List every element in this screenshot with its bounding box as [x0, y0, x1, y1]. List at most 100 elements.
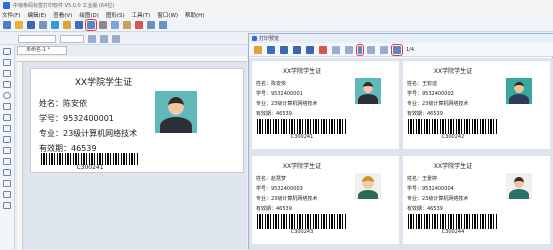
undo-icon[interactable] — [147, 21, 155, 29]
underline-icon[interactable] — [112, 34, 120, 43]
database-icon[interactable] — [39, 21, 47, 29]
barcode — [257, 119, 347, 134]
new-icon[interactable] — [3, 21, 11, 29]
ellipse-tool-icon[interactable] — [3, 92, 11, 99]
face-shape — [363, 82, 373, 93]
validity-text: 有效期：46539 — [407, 206, 443, 212]
print-icon[interactable] — [75, 21, 83, 29]
first-page-icon[interactable] — [332, 45, 340, 54]
save-icon[interactable] — [27, 21, 35, 29]
cut-icon[interactable] — [99, 21, 107, 29]
page-selector-icon[interactable] — [356, 43, 364, 56]
arc-tool-icon[interactable] — [3, 158, 11, 165]
bold-icon[interactable] — [88, 34, 96, 43]
student-photo — [355, 78, 381, 104]
barcode — [408, 119, 498, 134]
print-preview-icon[interactable] — [85, 19, 97, 31]
validity-text: 有效期：46539 — [256, 206, 292, 212]
open-icon[interactable] — [254, 45, 262, 54]
major-text: 专业：23级计算机网络技术 — [407, 101, 469, 107]
next-page-icon[interactable] — [380, 45, 388, 54]
main-toolbar — [0, 19, 553, 32]
menu-file[interactable]: 文件(F) — [2, 11, 20, 19]
prev-page-icon[interactable] — [345, 45, 353, 54]
redo-icon[interactable] — [159, 21, 167, 29]
table-tool-icon[interactable] — [3, 136, 11, 143]
preview-title-bar: 打印预览 — [249, 34, 553, 43]
major-text: 专业：23级计算机网络技术 — [256, 196, 318, 202]
star-tool-icon[interactable] — [3, 169, 11, 176]
barcode-text: C300243 — [290, 229, 314, 235]
menu-draw[interactable]: 绘图(D) — [79, 11, 99, 19]
document-setup-icon[interactable] — [63, 21, 71, 29]
barcode — [257, 214, 347, 229]
validity-text: 有效期：46539 — [407, 111, 443, 117]
student-id-text: 学号：9532400004 — [407, 186, 454, 192]
line-tool-icon[interactable] — [3, 70, 11, 77]
zoom-fit-icon[interactable] — [306, 45, 314, 54]
menu-help[interactable]: 帮助(H) — [185, 11, 204, 19]
label-design-card[interactable]: XX学院学生证 姓名：陈安依 学号：9532400001 专业：23级计算机网络… — [30, 68, 244, 173]
student-id-text: 学号：9532400001 — [39, 114, 114, 123]
validity-text: 有效期：46539 — [256, 111, 292, 117]
delete-icon[interactable] — [135, 21, 143, 29]
menu-tools[interactable]: 工具(T) — [132, 11, 151, 19]
text-tool-icon[interactable] — [3, 59, 11, 66]
zoom-tool-icon[interactable] — [3, 202, 11, 209]
shoulders-shape — [160, 117, 192, 133]
menu-window[interactable]: 窗口(W) — [157, 11, 178, 19]
name-text: 姓名：陈安依 — [256, 81, 287, 87]
preview-toolbar: 1/4 — [249, 43, 553, 57]
shoulders-shape — [509, 94, 529, 104]
name-text: 姓名：陈安依 — [39, 99, 87, 108]
name-text: 姓名：王钦迪 — [407, 81, 438, 87]
barcode-text: C300242 — [441, 134, 465, 140]
arrow-tool-icon[interactable] — [3, 191, 11, 198]
card-title: XX学院学生证 — [433, 68, 473, 75]
italic-icon[interactable] — [100, 34, 108, 43]
page-layout-icon[interactable] — [367, 45, 375, 54]
face-shape — [168, 97, 184, 115]
menu-bar: 文件(F) 编辑(E) 查看(V) 绘图(D) 图形(S) 工具(T) 窗口(W… — [0, 10, 553, 19]
multi-page-icon[interactable] — [391, 43, 403, 56]
barcode-text: C300241 — [76, 164, 104, 171]
pointer-tool-icon[interactable] — [3, 48, 11, 55]
preview-page-area: XX学院学生证 姓名：陈安依 学号：9532400001 专业：23级计算机网络… — [249, 58, 553, 250]
font-select[interactable] — [18, 34, 56, 43]
menu-view[interactable]: 查看(V) — [53, 11, 72, 19]
preview-card-3: XX学院学生证 姓名：赵慧梦 学号：9532400003 专业：23级计算机网络… — [252, 156, 399, 244]
qrcode-tool-icon[interactable] — [3, 114, 11, 121]
card-title: XX学院学生证 — [433, 163, 473, 170]
zoom-in-icon[interactable] — [280, 45, 288, 54]
title-bar: 中琅条码标签打印软件 V5.0.0 工业版 (64位) — [0, 0, 553, 10]
rectangle-tool-icon[interactable] — [3, 81, 11, 88]
name-text: 姓名：赵慧梦 — [256, 176, 287, 182]
student-id-text: 学号：9532400003 — [256, 186, 303, 192]
name-text: 姓名：王景婷 — [407, 176, 438, 182]
page-indicator: 1/4 — [406, 46, 415, 53]
polygon-tool-icon[interactable] — [3, 147, 11, 154]
app-icon — [3, 1, 10, 9]
card-title: XX学院学生证 — [282, 68, 322, 75]
preview-card-1: XX学院学生证 姓名：陈安依 学号：9532400001 专业：23级计算机网络… — [252, 61, 399, 149]
menu-shape[interactable]: 图形(S) — [106, 11, 125, 19]
barcode — [408, 214, 498, 229]
print-settings-icon[interactable] — [51, 21, 59, 29]
open-icon[interactable] — [15, 21, 23, 29]
document-tab[interactable]: 未命名-1 * — [17, 46, 67, 55]
paste-icon[interactable] — [123, 21, 131, 29]
preview-title: 打印预览 — [259, 36, 280, 42]
menu-edit[interactable]: 编辑(E) — [27, 11, 46, 19]
zoom-out-icon[interactable] — [293, 45, 301, 54]
card-title: XX学院学生证 — [282, 163, 322, 170]
student-id-text: 学号：9532400002 — [407, 91, 454, 97]
copy-icon[interactable] — [111, 21, 119, 29]
window-title: 中琅条码标签打印软件 V5.0.0 工业版 (64位) — [13, 2, 115, 9]
font-size-select[interactable] — [60, 34, 84, 43]
print-icon[interactable] — [267, 45, 275, 54]
curve-tool-icon[interactable] — [3, 180, 11, 187]
major-text: 专业：23级计算机网络技术 — [256, 101, 318, 107]
barcode-tool-icon[interactable] — [3, 103, 11, 110]
image-tool-icon[interactable] — [3, 125, 11, 132]
close-icon[interactable] — [319, 45, 327, 54]
